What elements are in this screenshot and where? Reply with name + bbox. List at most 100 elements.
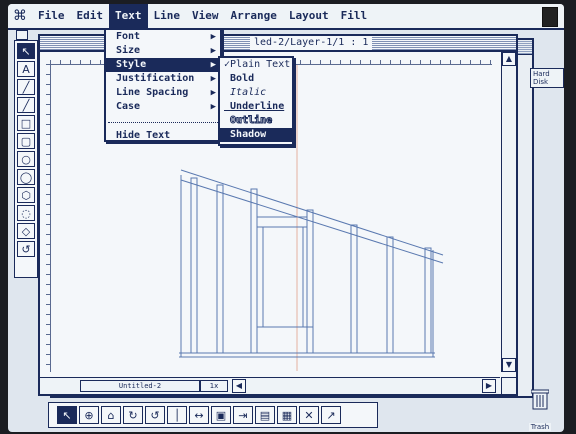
submenu-arrow-icon: ▶ [210,102,216,112]
text-tool-icon[interactable]: A [17,61,35,77]
submenu-arrow-icon: ▶ [210,88,216,98]
polygon-tool-icon[interactable]: ⬡ [17,187,35,203]
style-item-underline[interactable]: Underline [220,100,292,114]
home-tool-icon[interactable]: ⌂ [101,406,121,424]
top-plate [180,169,444,256]
stud-5 [350,224,358,354]
zoom-tool-icon[interactable]: ⊕ [79,406,99,424]
tool-palette: ↖ A ╱ ╱ □ ▢ ○ ◯ ⬡ ◌ ◇ ↺ [14,40,38,278]
bottom-toolbar: ↖ ⊕ ⌂ ↻ ↺ │ ↔ ▣ ⇥ ▤ ▦ ✕ ↗ [48,402,378,428]
scroll-down-arrow-icon[interactable]: ▼ [502,358,516,372]
style-item-plain-text-label: Plain Text [230,59,291,70]
stud-2 [216,184,224,354]
rotate-counterclockwise-icon[interactable]: ↺ [145,406,165,424]
stud-6 [386,236,394,354]
menu-item-hide-text-label: Hide Text [116,130,171,141]
menu-item-case[interactable]: Case ▶ [106,100,220,114]
line-tool-icon[interactable]: ╱ [17,79,35,95]
style-item-shadow[interactable]: Shadow [220,128,292,142]
menu-item-justification-label: Justification [116,73,195,84]
freehand-tool-icon[interactable]: ◇ [17,223,35,239]
spiral-tool-icon[interactable]: ↺ [17,241,35,257]
menu-item-size[interactable]: Size ▶ [106,44,220,58]
menu-bar: ⌘ File Edit Text Line View Arrange Layou… [8,4,564,30]
menu-edit[interactable]: Edit [71,4,110,28]
vertical-line-tool-icon[interactable]: │ [167,406,187,424]
style-item-underline-label: Underline [230,101,285,112]
document-title: led-2/Layer-1/1 : 1 [250,36,373,50]
top-plate-lower [180,179,444,264]
style-item-outline-label: Outline [230,115,273,127]
menu-item-line-spacing[interactable]: Line Spacing ▶ [106,86,220,100]
menu-layout[interactable]: Layout [283,4,335,28]
hatch-pattern-icon[interactable]: ▦ [277,406,297,424]
apple-icon[interactable]: ⌘ [8,8,32,24]
close-box-icon[interactable] [16,30,28,40]
menu-item-case-label: Case [116,101,141,112]
ellipse-tool-icon[interactable]: ○ [17,151,35,167]
stud-1 [190,177,198,354]
stud-4 [306,209,314,354]
submenu-arrow-icon: ▶ [210,32,216,42]
horizontal-scrollbar[interactable]: Untitled-2 1x ◀ ▶ [40,377,500,394]
menu-fill[interactable]: Fill [335,4,374,28]
menu-file[interactable]: File [32,4,71,28]
arc-tool-icon[interactable]: ◌ [17,205,35,221]
arrow-tool-icon[interactable]: ↗ [321,406,341,424]
menu-text[interactable]: Text [109,4,148,28]
style-item-bold[interactable]: Bold [220,72,292,86]
fill-pattern-icon[interactable]: ▤ [255,406,275,424]
style-item-outline[interactable]: Outline [220,114,292,128]
submenu-arrow-icon: ▶ [210,46,216,56]
hard-disk-label[interactable]: Hard Disk [530,68,564,88]
group-tool-icon[interactable]: ▣ [211,406,231,424]
stud-3 [250,188,258,354]
menu-item-font-label: Font [116,31,141,42]
vertical-scrollbar[interactable]: ▲ ▼ [501,52,516,372]
select-tool-icon[interactable]: ↖ [57,406,77,424]
grow-box-icon[interactable] [501,377,516,394]
rounded-rectangle-tool-icon[interactable]: ▢ [17,133,35,149]
menu-arrange[interactable]: Arrange [225,4,283,28]
delete-tool-icon[interactable]: ✕ [299,406,319,424]
style-item-bold-label: Bold [230,73,255,84]
menu-item-line-spacing-label: Line Spacing [116,87,189,98]
trash-icon [530,389,550,410]
style-item-italic-label: Italic [230,87,267,98]
align-tool-icon[interactable]: ⇥ [233,406,253,424]
rectangle-tool-icon[interactable]: □ [17,115,35,131]
rotate-clockwise-icon[interactable]: ↻ [123,406,143,424]
scroll-left-arrow-icon[interactable]: ◀ [232,379,246,393]
vertical-ruler [40,64,51,372]
menu-line[interactable]: Line [148,4,187,28]
screen: ⌘ File Edit Text Line View Arrange Layou… [8,4,564,432]
circle-tool-icon[interactable]: ◯ [17,169,35,185]
scale-selector[interactable]: 1x [200,380,228,392]
style-item-italic[interactable]: Italic [220,86,292,100]
page-selector[interactable]: Untitled-2 [80,380,200,392]
menu-item-style[interactable]: Style ▶ [106,58,220,72]
menu-item-style-label: Style [116,59,147,70]
style-item-shadow-label: Shadow [230,129,267,140]
menu-item-size-label: Size [116,45,141,56]
menu-item-font[interactable]: Font ▶ [106,30,220,44]
menu-item-hide-text[interactable]: Hide Text [106,129,220,143]
text-menu-dropdown: Font ▶ Size ▶ Style ▶ Justification ▶ Li… [104,28,222,142]
application-icon[interactable] [542,7,558,27]
menu-item-justification[interactable]: Justification ▶ [106,72,220,86]
style-item-plain-text[interactable]: ✓Plain Text [220,58,292,72]
submenu-arrow-icon: ▶ [210,74,216,84]
scroll-up-arrow-icon[interactable]: ▲ [502,52,516,66]
dimension-tool-icon[interactable]: ↔ [189,406,209,424]
style-submenu: ✓Plain Text Bold Italic Underline Outlin… [218,56,294,146]
stud-7 [424,247,432,354]
scroll-right-arrow-icon[interactable]: ▶ [482,379,496,393]
diagonal-line-tool-icon[interactable]: ╱ [17,97,35,113]
trash[interactable]: Trash [524,388,556,432]
menu-view[interactable]: View [186,4,225,28]
pointer-tool-icon[interactable]: ↖ [17,43,35,59]
trash-label: Trash [528,423,552,431]
submenu-arrow-icon: ▶ [210,60,216,70]
window-header [256,216,308,228]
menu-separator [108,114,218,123]
